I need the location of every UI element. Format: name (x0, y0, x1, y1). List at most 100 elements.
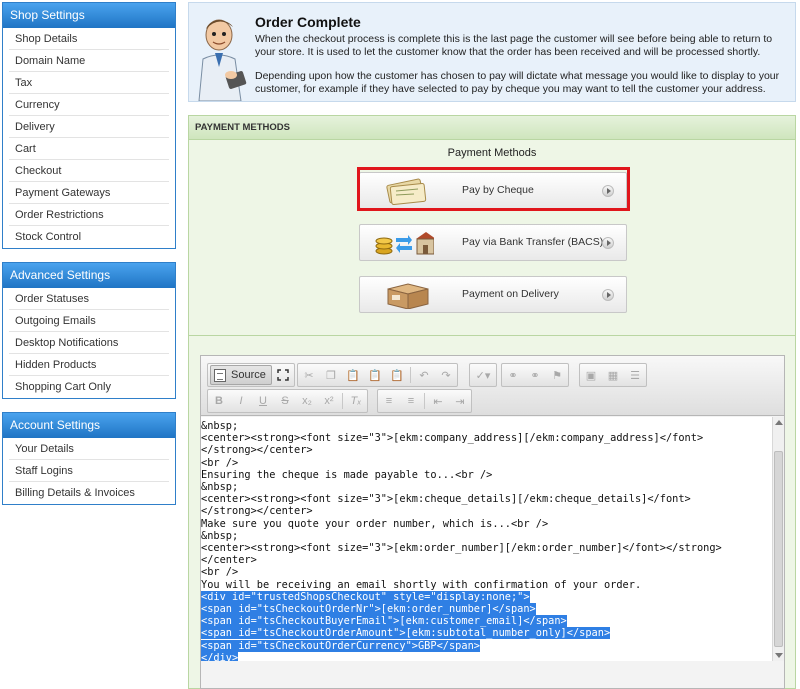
scroll-up-icon[interactable] (775, 420, 783, 425)
paste-icon[interactable]: 📋 (342, 364, 364, 386)
bank-transfer-icon (375, 232, 434, 255)
sidebar-item-delivery[interactable]: Delivery (9, 116, 169, 138)
toolbar-separator (424, 393, 425, 409)
underline-icon[interactable]: U (252, 390, 274, 412)
scrollbar-thumb[interactable] (774, 451, 783, 647)
anchor-flag-icon[interactable]: ⚑ (546, 364, 568, 386)
source-button[interactable]: Source (210, 365, 272, 385)
paste-text-icon[interactable]: 📋 (364, 364, 386, 386)
selection-text: <div id="trustedShopsCheckout" style="di… (201, 590, 530, 603)
parcel-icon (387, 283, 429, 309)
remove-format-icon[interactable]: Tₓ (345, 390, 367, 412)
shop-settings-panel: Shop Settings Shop Details Domain Name T… (2, 2, 176, 249)
selected-code-line: <div id="trustedShopsCheckout" style="di… (201, 590, 773, 603)
image-icon[interactable]: ▣ (580, 364, 602, 386)
sidebar-item-currency[interactable]: Currency (9, 94, 169, 116)
toolbar-group-insert: ▣ ▦ ☰ (579, 363, 647, 387)
strikethrough-icon[interactable]: S (274, 390, 296, 412)
horizontal-rule-icon[interactable]: ☰ (624, 364, 646, 386)
editor-toolbar: Source ✂ ❐ 📋 📋 📋 ↶ ↷ ✓▾ ⚭ ⚭ ⚑ ▣ ▦ ☰ B I … (201, 356, 784, 416)
selection-text: <span id="tsCheckoutOrderCurrency">GBP</… (201, 639, 480, 652)
sidebar-item-checkout[interactable]: Checkout (9, 160, 169, 182)
outdent-icon[interactable]: ⇤ (427, 390, 449, 412)
selected-code-line: <span id="tsCheckoutOrderAmount">[ekm:su… (201, 627, 773, 640)
selection-text: <span id="tsCheckoutOrderNr">[ekm:order_… (201, 603, 536, 616)
sidebar-item-your-details[interactable]: Your Details (9, 438, 169, 460)
spellcheck-icon[interactable]: ✓▾ (470, 364, 496, 386)
superscript-icon[interactable]: x² (318, 390, 340, 412)
advanced-settings-panel: Advanced Settings Order Statuses Outgoin… (2, 262, 176, 399)
toolbar-group-clipboard: ✂ ❐ 📋 📋 📋 ↶ ↷ (297, 363, 458, 387)
sidebar-item-staff-logins[interactable]: Staff Logins (9, 460, 169, 482)
sidebar-item-tax[interactable]: Tax (9, 72, 169, 94)
code-line: <br /> (201, 456, 239, 469)
sidebar-item-order-statuses[interactable]: Order Statuses (9, 288, 169, 310)
code-line: </center> (201, 554, 257, 567)
subscript-icon[interactable]: x₂ (296, 390, 318, 412)
code-line: <center><strong><font size="3">[ekm:cheq… (201, 493, 691, 506)
maximize-icon[interactable] (272, 364, 294, 386)
arrow-right-icon (602, 237, 614, 249)
message-editor: Source ✂ ❐ 📋 📋 📋 ↶ ↷ ✓▾ ⚭ ⚭ ⚑ ▣ ▦ ☰ B I … (200, 355, 785, 689)
italic-icon[interactable]: I (230, 390, 252, 412)
numbered-list-icon[interactable]: ≡ (378, 390, 400, 412)
sidebar-item-outgoing-emails[interactable]: Outgoing Emails (9, 310, 169, 332)
payment-on-delivery-button[interactable]: Payment on Delivery (359, 276, 627, 313)
sidebar-item-desktop-notifications[interactable]: Desktop Notifications (9, 332, 169, 354)
source-icon (214, 368, 226, 382)
selected-code-line: <span id="tsCheckoutOrderCurrency">GBP</… (201, 639, 773, 652)
copy-icon[interactable]: ❐ (320, 364, 342, 386)
selection-text: <span id="tsCheckoutOrderAmount">[ekm:su… (201, 627, 611, 640)
mascot-character-icon (198, 19, 247, 101)
selection-text: </div> (201, 651, 239, 661)
code-line: </strong></center> (201, 505, 313, 518)
unlink-icon[interactable]: ⚭ (524, 364, 546, 386)
bold-icon[interactable]: B (208, 390, 230, 412)
paste-word-icon[interactable]: 📋 (386, 364, 408, 386)
source-label: Source (231, 369, 266, 381)
cut-icon[interactable]: ✂ (298, 364, 320, 386)
toolbar-group-document: Source (207, 363, 295, 387)
account-settings-title: Account Settings (3, 413, 175, 438)
sidebar-item-stock-control[interactable]: Stock Control (9, 226, 169, 248)
sidebar-item-domain-name[interactable]: Domain Name (9, 50, 169, 72)
bulleted-list-icon[interactable]: ≡ (400, 390, 422, 412)
table-icon[interactable]: ▦ (602, 364, 624, 386)
toolbar-separator (342, 393, 343, 409)
link-icon[interactable]: ⚭ (502, 364, 524, 386)
sidebar-item-order-restrictions[interactable]: Order Restrictions (9, 204, 169, 226)
code-line: <br /> (201, 566, 239, 579)
sidebar-item-billing-details[interactable]: Billing Details & Invoices (9, 482, 169, 504)
code-line: <center><strong><font size="3">[ekm:comp… (201, 432, 704, 445)
pay-via-bank-transfer-label: Pay via Bank Transfer (BACS) (462, 236, 604, 248)
code-line: <center><strong><font size="3">[ekm:orde… (201, 542, 722, 555)
undo-icon[interactable]: ↶ (413, 364, 435, 386)
toolbar-separator (410, 367, 411, 383)
code-scrollbar[interactable] (772, 417, 784, 661)
sidebar-item-payment-gateways[interactable]: Payment Gateways (9, 182, 169, 204)
selected-code-line: <span id="tsCheckoutBuyerEmail">[ekm:cus… (201, 615, 773, 628)
toolbar-group-formatting: B I U S x₂ x² Tₓ (207, 389, 368, 413)
account-settings-panel: Account Settings Your Details Staff Logi… (2, 412, 176, 505)
scroll-down-icon[interactable] (775, 653, 783, 658)
sidebar-item-shop-details[interactable]: Shop Details (9, 28, 169, 50)
redo-icon[interactable]: ↷ (435, 364, 457, 386)
pay-via-bank-transfer-button[interactable]: Pay via Bank Transfer (BACS) (359, 224, 627, 261)
banner-title: Order Complete (255, 14, 361, 30)
code-line: You will be receiving an email shortly w… (201, 578, 642, 591)
payment-methods-header: PAYMENT METHODS (189, 116, 795, 140)
toolbar-group-paragraph: ≡ ≡ ⇤ ⇥ (377, 389, 472, 413)
selection-text: <span id="tsCheckoutBuyerEmail">[ekm:cus… (201, 615, 567, 628)
sidebar-item-cart[interactable]: Cart (9, 138, 169, 160)
section-divider (189, 335, 795, 336)
selected-code-line: <span id="tsCheckoutOrderNr">[ekm:order_… (201, 603, 773, 616)
sidebar-item-hidden-products[interactable]: Hidden Products (9, 354, 169, 376)
code-line: &nbsp; (201, 420, 239, 432)
toolbar-group-links: ⚭ ⚭ ⚑ (501, 363, 569, 387)
banner-description-1: When the checkout process is complete th… (255, 33, 773, 58)
shop-settings-title: Shop Settings (3, 3, 175, 28)
source-code-area[interactable]: &nbsp; <center><strong><font size="3">[e… (201, 417, 773, 661)
code-line: &nbsp; (201, 529, 239, 542)
sidebar-item-shopping-cart-only[interactable]: Shopping Cart Only (9, 376, 169, 398)
indent-icon[interactable]: ⇥ (449, 390, 471, 412)
